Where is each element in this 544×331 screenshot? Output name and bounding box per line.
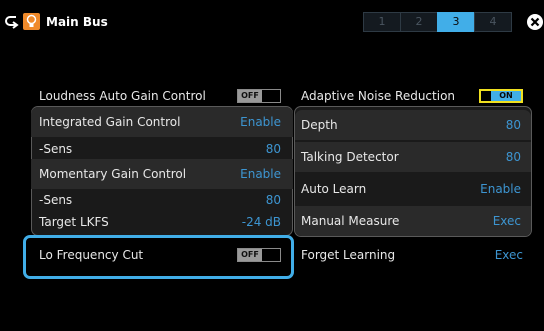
page-tabs: 1 2 3 4 (363, 12, 512, 32)
return-icon[interactable] (4, 14, 20, 30)
lo-frequency-cut-label: Lo Frequency Cut (39, 248, 144, 262)
target-lkfs-label: Target LKFS (39, 215, 109, 229)
auto-learn-label: Auto Learn (301, 182, 367, 196)
momentary-gain-value: Enable (240, 167, 281, 181)
manual-measure-value: Exec (492, 214, 521, 228)
forget-learning-row[interactable]: Forget Learning Exec (301, 240, 523, 270)
page-title: Main Bus (46, 15, 108, 29)
adaptive-noise-reduction-label: Adaptive Noise Reduction (301, 89, 456, 103)
momentary-sens-value: 80 (265, 193, 281, 207)
lo-frequency-cut-row[interactable]: Lo Frequency Cut OFF (39, 240, 281, 270)
tab-3[interactable]: 3 (437, 12, 475, 32)
close-icon[interactable] (526, 13, 544, 31)
depth-label: Depth (301, 118, 338, 132)
forget-learning-value: Exec (494, 248, 523, 262)
manual-measure-label: Manual Measure (301, 214, 400, 228)
integrated-sens-value: 80 (265, 142, 281, 156)
tab-1[interactable]: 1 (363, 12, 401, 32)
auto-learn-row[interactable]: Auto Learn Enable (295, 174, 531, 204)
depth-value: 80 (505, 118, 521, 132)
forget-learning-label: Forget Learning (301, 248, 396, 262)
header-bar: Main Bus 1 2 3 4 (0, 0, 544, 44)
loudness-auto-gain-toggle[interactable]: OFF (237, 89, 281, 103)
auto-learn-value: Enable (480, 182, 521, 196)
loudness-auto-gain-label: Loudness Auto Gain Control (39, 89, 206, 103)
depth-row[interactable]: Depth 80 (295, 110, 531, 140)
integrated-gain-label: Integrated Gain Control (39, 115, 181, 129)
momentary-gain-label: Momentary Gain Control (39, 167, 187, 181)
talking-detector-row[interactable]: Talking Detector 80 (295, 142, 531, 172)
integrated-gain-row[interactable]: Integrated Gain Control Enable (31, 107, 293, 137)
target-lkfs-value: -24 dB (241, 215, 281, 229)
bus-icon (23, 13, 40, 30)
manual-measure-row[interactable]: Manual Measure Exec (295, 206, 531, 236)
lo-frequency-cut-toggle[interactable]: OFF (237, 248, 281, 262)
momentary-sens-label: -Sens (39, 193, 73, 207)
integrated-gain-value: Enable (240, 115, 281, 129)
tab-4[interactable]: 4 (474, 12, 512, 32)
integrated-sens-label: -Sens (39, 142, 73, 156)
talking-detector-value: 80 (505, 150, 521, 164)
adaptive-noise-reduction-toggle[interactable]: ON (479, 89, 523, 103)
target-lkfs-row[interactable]: Target LKFS -24 dB (31, 207, 293, 237)
talking-detector-label: Talking Detector (301, 150, 399, 164)
tab-2[interactable]: 2 (400, 12, 438, 32)
